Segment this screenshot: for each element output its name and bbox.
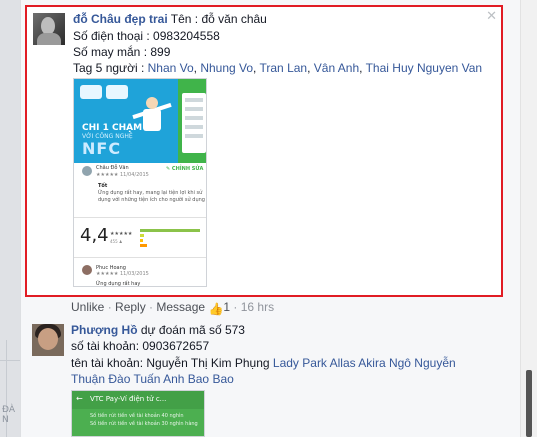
review-text: Ứng dụng rất hay — [96, 281, 141, 287]
rating-count: 455 ♟ — [110, 239, 123, 244]
avatar[interactable] — [33, 13, 65, 45]
tag-link[interactable]: Thai Huy Nguyen Van — [366, 61, 483, 75]
comment: Phượng Hồ dự đoán mã số 573 số tài khoản… — [25, 318, 503, 437]
comment-phone: Số điện thoại : 0983204558 — [73, 29, 220, 43]
timestamp[interactable]: 16 hrs — [241, 300, 274, 314]
banner-text: CHI 1 CHẠM — [82, 123, 143, 133]
comment-text: Tên : đỗ văn châu — [167, 12, 267, 26]
comment-author[interactable]: đỗ Châu đẹp trai — [73, 12, 168, 26]
avatar[interactable] — [32, 324, 64, 356]
app-title: VTC Pay-Ví điện tử c... — [90, 395, 167, 403]
tag-link[interactable]: Nhung Vo — [200, 61, 253, 75]
reply-link[interactable]: Reply — [115, 300, 146, 314]
back-arrow-icon: ← — [76, 394, 83, 403]
map-road — [0, 360, 20, 361]
avatar — [82, 265, 92, 275]
tags-prefix: Tag 5 người : — [73, 61, 148, 75]
comment-line-name: Phượng Hồ dự đoán mã số 573 — [71, 322, 245, 338]
comment-author[interactable]: Phượng Hồ — [71, 323, 138, 337]
review-date: ★★★★★ 11/04/2015 — [96, 172, 149, 178]
map-label: ĐÀ N — [2, 405, 15, 425]
comment-actions: Unlike · Reply · Message 👍1 · 16 hrs — [71, 300, 275, 316]
review-text: dụng với những tiện ích cho người sử dụn… — [98, 197, 205, 203]
review-title: Tốt — [98, 183, 108, 189]
map-background: ĐÀ N — [0, 0, 20, 437]
like-thumb-icon[interactable]: 👍 — [208, 302, 223, 316]
close-icon[interactable]: ✕ — [486, 9, 497, 24]
mascot-figure — [132, 97, 172, 137]
transaction-text: Số tiền rút tiền về tài khoản 40 nghìn — [90, 413, 184, 419]
edit-label: ✎ CHỈNH SỬA — [166, 166, 204, 172]
tag-link[interactable]: Tran Lan — [260, 61, 308, 75]
scrollbar[interactable] — [520, 0, 537, 437]
attached-screenshot[interactable]: CHI 1 CHẠM VỚI CÔNG NGHỆ NFC Châu Đỗ Văn… — [73, 78, 207, 287]
transaction-text: Số tiền rút tiền về tài khoản 30 nghìn h… — [90, 421, 198, 427]
reviewer-name: Châu Đỗ Văn — [96, 165, 129, 171]
comment-line-name: đỗ Châu đẹp trai Tên : đỗ văn châu — [73, 11, 267, 27]
rating-stars: ★★★★★ — [110, 231, 133, 237]
comment-highlighted: ✕ đỗ Châu đẹp trai Tên : đỗ văn châu Số … — [25, 5, 503, 297]
message-link[interactable]: Message — [156, 300, 205, 314]
comment-account-number: số tài khoản: 0903672657 — [71, 339, 210, 353]
avatar — [82, 166, 92, 176]
attached-screenshot[interactable]: ← VTC Pay-Ví điện tử c... Số tiền rút ti… — [71, 390, 205, 437]
logo — [80, 85, 102, 99]
comment-account-name: tên tài khoản: Nguyễn Thị Kim Phụng Lady… — [71, 356, 456, 370]
app-banner: CHI 1 CHẠM VỚI CÔNG NGHỆ NFC — [74, 79, 206, 163]
review-date: ★★★★★ 11/03/2015 — [96, 271, 149, 277]
review-text: Ứng dụng rất hay, mang lại tiện lợi khi … — [98, 190, 203, 196]
unlike-link[interactable]: Unlike — [71, 300, 104, 314]
tag-link[interactable]: Lady Park Allas Akira Ngô Nguyễn — [273, 356, 456, 370]
banner-text: NFC — [82, 139, 122, 158]
rating-bars — [140, 229, 202, 247]
scrollbar-thumb[interactable] — [526, 370, 532, 437]
rating-score: 4,4 — [80, 225, 109, 246]
comment-lucky-number: Số may mắn : 899 — [73, 45, 171, 59]
logo — [106, 85, 128, 99]
tag-link[interactable]: Vân Anh — [314, 61, 359, 75]
comment-text: dự đoán mã số 573 — [137, 323, 245, 337]
comment-tags: Tag 5 người : Nhan Vo, Nhung Vo, Tran La… — [73, 61, 483, 75]
tag-link[interactable]: Nhan Vo — [148, 61, 194, 75]
tag-link[interactable]: Thuận Đào Tuấn Anh Bao Bao — [71, 372, 234, 386]
comment-tags: Thuận Đào Tuấn Anh Bao Bao — [71, 371, 234, 387]
